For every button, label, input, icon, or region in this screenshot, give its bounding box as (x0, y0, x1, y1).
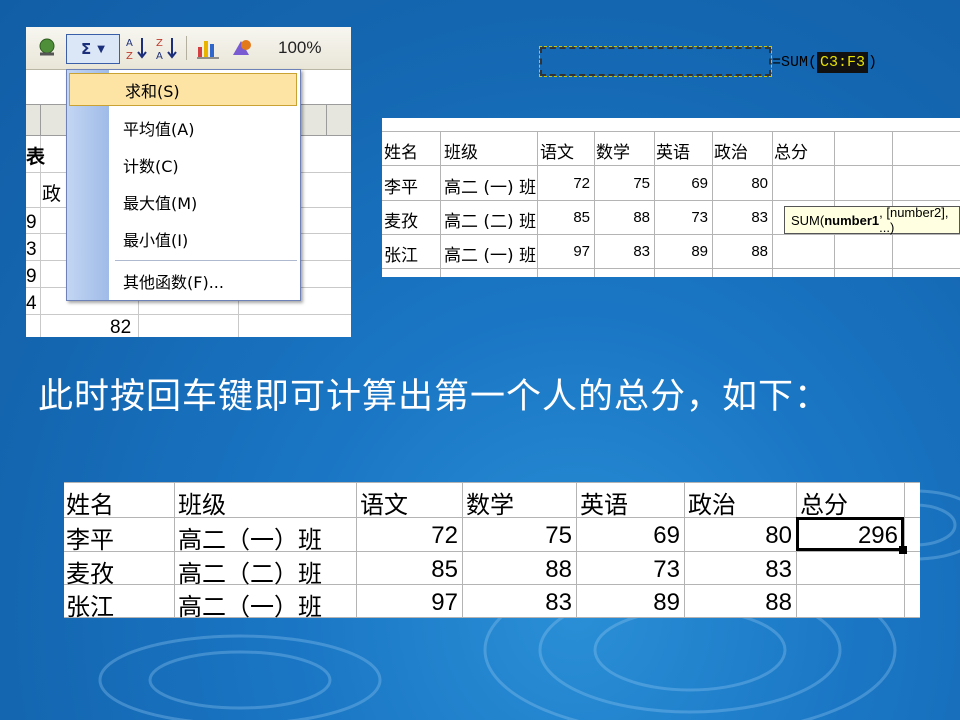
header-total: 总分 (800, 491, 848, 519)
cell-score: 88 (545, 556, 572, 583)
cell-fragment: 9 (26, 212, 37, 233)
drawing-icon[interactable] (228, 34, 256, 62)
cell-class: 高二 (一) 班 (444, 246, 537, 266)
header-name: 姓名 (384, 143, 418, 163)
svg-text:Z: Z (156, 38, 163, 49)
sort-descending-icon[interactable]: ZA (154, 34, 180, 62)
cell-score: 85 (431, 556, 458, 583)
header-english: 英语 (656, 143, 690, 163)
formula-range-reference: C3:F3 (817, 51, 869, 73)
header-politics: 政治 (688, 491, 736, 519)
cell-score: 73 (653, 556, 680, 583)
cell-name: 张江 (66, 593, 114, 618)
formula-prefix: =SUM( (772, 53, 818, 71)
svg-text:Z: Z (126, 51, 133, 61)
cell-score: 69 (653, 522, 680, 549)
sigma-icon: Σ (81, 40, 92, 58)
cell-score: 85 (573, 209, 590, 226)
excel-autosum-panel: Σ ▼ AZ ZA 100% 表 政 9 3 9 4 82 求和(S) 平均值(… (26, 27, 351, 337)
cell-value: 82 (110, 317, 132, 337)
chart-wizard-icon[interactable] (194, 34, 222, 62)
menu-item-sum[interactable]: 求和(S) (69, 73, 297, 106)
cell-name: 李平 (66, 526, 114, 554)
cell-score: 80 (751, 175, 768, 192)
menu-item-count[interactable]: 计数(C) (68, 148, 298, 181)
menu-item-min[interactable]: 最小值(I) (68, 222, 298, 255)
cell-fragment: 4 (26, 293, 37, 314)
cell-score: 75 (633, 175, 650, 192)
zoom-box[interactable]: 100% (278, 38, 321, 58)
cell-score: 88 (633, 209, 650, 226)
cell-score: 83 (545, 589, 572, 616)
hyperlink-icon[interactable] (34, 34, 60, 62)
header-chinese: 语文 (540, 143, 574, 163)
cell-score: 83 (633, 243, 650, 260)
cell-score: 69 (691, 175, 708, 192)
active-cell-border (796, 517, 904, 551)
cell-class: 高二 (一) 班 (444, 178, 537, 198)
result-table-panel: 姓名 班级 语文 数学 英语 政治 总分 李平 高二（一）班 72 75 69 … (64, 482, 920, 618)
formula-in-cell[interactable]: =SUM(C3:F3) (772, 48, 877, 76)
toolbar-separator (186, 36, 187, 60)
cell-score: 97 (573, 243, 590, 260)
svg-text:A: A (156, 51, 163, 61)
tooltip-current-arg: number1 (824, 212, 880, 228)
function-tooltip: SUM(number1, [number2], ...) (784, 205, 960, 235)
cell-score: 72 (573, 175, 590, 192)
menu-separator (115, 260, 297, 261)
cell-score: 97 (431, 589, 458, 616)
header-total: 总分 (774, 143, 808, 163)
fill-handle[interactable] (899, 546, 907, 554)
cell-score: 73 (691, 209, 708, 226)
column-header-fragment: 政 (42, 184, 62, 205)
cell-score: 75 (545, 522, 572, 549)
menu-item-average[interactable]: 平均值(A) (68, 111, 298, 144)
formula-suffix: ) (868, 53, 878, 71)
cell-score: 83 (765, 556, 792, 583)
menu-item-more-functions[interactable]: 其他函数(F)... (68, 264, 298, 297)
svg-text:A: A (126, 38, 133, 49)
cell-score: 80 (765, 522, 792, 549)
cell-name: 张江 (384, 246, 418, 266)
tooltip-remaining-args: , [number2], ...) (879, 205, 949, 235)
cell-name: 麦孜 (66, 560, 114, 588)
formula-entry-panel: 姓名 班级 语文 数学 英语 政治 总分 李平 高二 (一) 班 72 75 6… (382, 118, 960, 277)
chevron-down-icon[interactable]: ▼ (97, 44, 105, 55)
cell-score: 88 (765, 589, 792, 616)
sort-ascending-icon[interactable]: AZ (124, 34, 150, 62)
cell-name: 李平 (384, 178, 418, 198)
header-english: 英语 (580, 491, 628, 519)
autosum-dropdown-menu: 求和(S) 平均值(A) 计数(C) 最大值(M) 最小值(I) 其他函数(F)… (66, 69, 301, 301)
cell-score: 89 (653, 589, 680, 616)
selection-marquee (539, 46, 772, 77)
header-class: 班级 (444, 143, 478, 163)
header-class: 班级 (178, 491, 226, 519)
cell-score: 72 (431, 522, 458, 549)
header-math: 数学 (596, 143, 630, 163)
cell-fragment: 3 (26, 239, 37, 260)
standard-toolbar: Σ ▼ AZ ZA 100% (26, 27, 351, 70)
sheet-heading-fragment: 表 (26, 147, 46, 168)
tooltip-function: SUM( (791, 212, 825, 228)
cell-score: 89 (691, 243, 708, 260)
header-chinese: 语文 (360, 491, 408, 519)
cell-class: 高二（一）班 (178, 526, 322, 554)
menu-item-max[interactable]: 最大值(M) (68, 185, 298, 218)
cell-class: 高二（二）班 (178, 560, 322, 588)
cell-score: 83 (751, 209, 768, 226)
slide-caption: 此时按回车键即可计算出第一个人的总分，如下： (38, 377, 831, 417)
cell-name: 麦孜 (384, 212, 418, 232)
cell-class: 高二（一）班 (178, 593, 322, 618)
cell-class: 高二 (二) 班 (444, 212, 537, 232)
cell-fragment: 9 (26, 266, 37, 287)
autosum-button[interactable]: Σ ▼ (66, 34, 120, 64)
header-politics: 政治 (714, 143, 748, 163)
cell-score: 88 (751, 243, 768, 260)
header-name: 姓名 (66, 491, 114, 519)
header-math: 数学 (466, 491, 514, 519)
